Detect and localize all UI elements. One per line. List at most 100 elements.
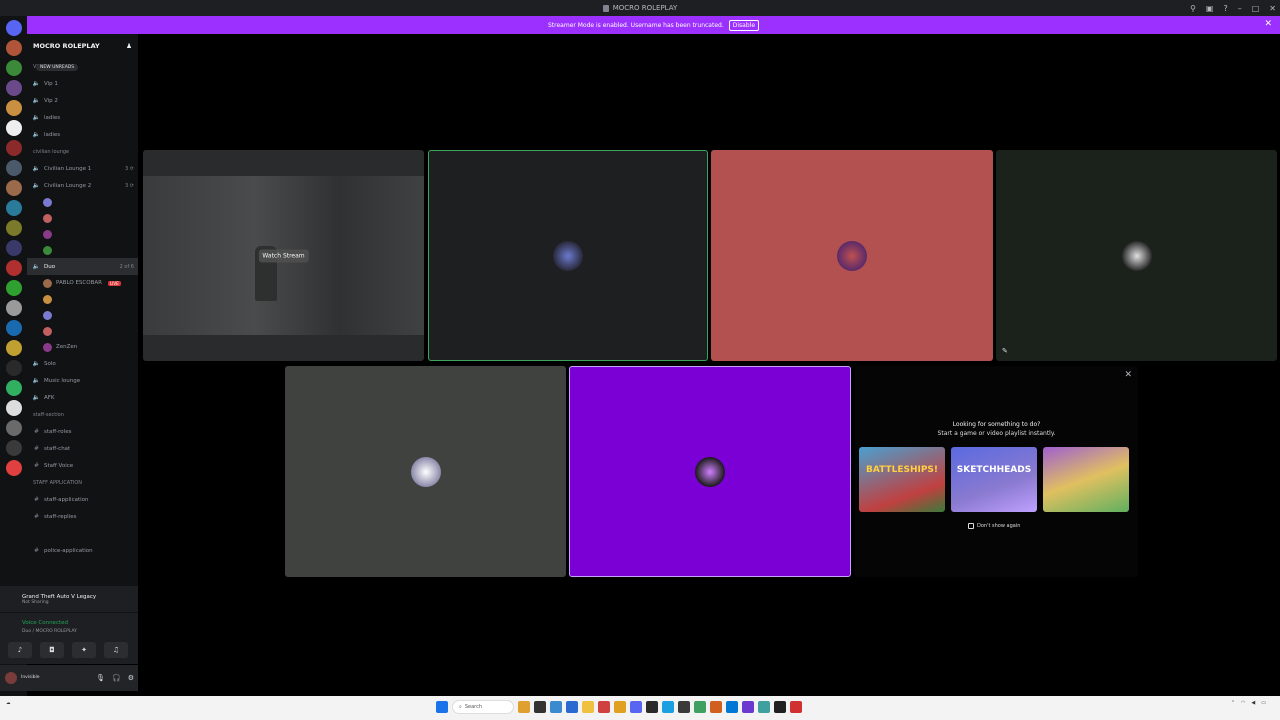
channel-item[interactable]: # staff-application bbox=[27, 491, 138, 508]
server-icon[interactable] bbox=[5, 400, 22, 416]
checkbox[interactable] bbox=[968, 523, 974, 529]
voice-participant[interactable] bbox=[27, 210, 138, 226]
avatar[interactable] bbox=[5, 672, 17, 684]
voice-participant[interactable]: ZenZen bbox=[27, 339, 138, 355]
noise-suppression-icon[interactable]: ♪ bbox=[8, 642, 32, 658]
server-icon[interactable] bbox=[5, 220, 22, 236]
settings-gear-icon[interactable]: ⚙ bbox=[128, 674, 134, 682]
weather-widget[interactable]: ☁ bbox=[6, 701, 11, 707]
new-unreads-pill[interactable]: NEW UNREADS bbox=[36, 64, 79, 71]
watch-stream-button[interactable]: Watch Stream bbox=[258, 249, 309, 262]
channel-item[interactable]: 🔈 Duo 2 of 6 bbox=[27, 258, 138, 275]
app-icon[interactable] bbox=[598, 701, 610, 713]
participant-tile[interactable] bbox=[428, 150, 708, 361]
app-icon[interactable] bbox=[774, 701, 786, 713]
server-icon[interactable] bbox=[5, 160, 22, 176]
channel-item[interactable]: 🔈 ladies bbox=[27, 109, 138, 126]
channel-item[interactable]: # staff-roles bbox=[27, 423, 138, 440]
close-icon[interactable]: ✕ bbox=[1124, 370, 1132, 380]
server-icon[interactable] bbox=[5, 420, 22, 436]
server-icon[interactable] bbox=[5, 340, 22, 356]
app-icon[interactable] bbox=[566, 701, 578, 713]
discord-icon[interactable] bbox=[630, 701, 642, 713]
game-card-battleships[interactable]: BATTLESHIPS! bbox=[859, 447, 945, 512]
server-icon[interactable] bbox=[5, 40, 22, 56]
channel-item[interactable]: # police-application bbox=[27, 542, 138, 559]
inbox-icon[interactable]: ▣ bbox=[1206, 4, 1214, 13]
channel-item[interactable]: 🔈 AFK bbox=[27, 389, 138, 406]
app-icon[interactable] bbox=[790, 701, 802, 713]
dont-show-again[interactable]: Don't show again bbox=[968, 523, 1020, 529]
channel-item[interactable]: 🔈 Music lounge bbox=[27, 372, 138, 389]
channel-item[interactable]: 🔈 Civilian Lounge 2 3 ⟳ bbox=[27, 177, 138, 194]
channel-item[interactable]: 🔈 Civilian Lounge 1 3 ⟳ bbox=[27, 160, 138, 177]
app-icon[interactable] bbox=[678, 701, 690, 713]
vscode-icon[interactable] bbox=[726, 701, 738, 713]
task-view-icon[interactable] bbox=[534, 701, 546, 713]
app-icon[interactable] bbox=[710, 701, 722, 713]
channel-item[interactable]: # Staff Voice bbox=[27, 457, 138, 474]
channel-item[interactable]: # staff-replies bbox=[27, 508, 138, 525]
microphone-icon[interactable]: 🎙 bbox=[96, 674, 105, 682]
soundboard-icon[interactable]: ♫ bbox=[104, 642, 128, 658]
channel-category[interactable]: STAFF APPLICATION bbox=[27, 474, 138, 491]
camera-icon[interactable]: ◘ bbox=[40, 642, 64, 658]
maximize-button[interactable]: □ bbox=[1252, 4, 1260, 13]
voice-participant[interactable] bbox=[27, 194, 138, 210]
server-icon[interactable] bbox=[5, 60, 22, 76]
server-icon[interactable] bbox=[5, 240, 22, 256]
game-card-third[interactable] bbox=[1043, 447, 1129, 512]
channel-item[interactable]: 🔈 Vip 2 bbox=[27, 92, 138, 109]
participant-tile[interactable]: ✎ bbox=[996, 150, 1277, 361]
help-icon[interactable]: ? bbox=[1223, 4, 1227, 13]
voice-participant[interactable] bbox=[27, 291, 138, 307]
app-icon[interactable] bbox=[646, 701, 658, 713]
server-icon[interactable] bbox=[5, 100, 22, 116]
server-icon[interactable] bbox=[5, 280, 22, 296]
server-icon[interactable] bbox=[5, 120, 22, 136]
voice-participant[interactable]: PABLO ESCOBAR LIVE bbox=[27, 275, 138, 291]
app-icon[interactable] bbox=[758, 701, 770, 713]
server-icon[interactable] bbox=[5, 260, 22, 276]
server-icon[interactable] bbox=[5, 200, 22, 216]
channel-item[interactable]: # staff-chat bbox=[27, 440, 138, 457]
banner-close-icon[interactable]: ✕ bbox=[1264, 19, 1272, 29]
app-icon[interactable] bbox=[742, 701, 754, 713]
channel-category[interactable]: civilian lounge bbox=[27, 143, 138, 160]
widgets-icon[interactable] bbox=[518, 701, 530, 713]
wifi-icon[interactable]: ◠ bbox=[1241, 700, 1245, 706]
server-icon[interactable] bbox=[5, 460, 22, 476]
voice-status[interactable]: Voice Connected bbox=[22, 620, 68, 626]
server-icon[interactable] bbox=[5, 140, 22, 156]
server-icon[interactable] bbox=[5, 320, 22, 336]
close-button[interactable]: ✕ bbox=[1269, 4, 1276, 13]
stream-tile[interactable]: Watch Stream bbox=[143, 150, 424, 361]
volume-icon[interactable]: ◀ bbox=[1251, 700, 1255, 706]
battery-icon[interactable]: ▭ bbox=[1261, 700, 1266, 706]
server-icon[interactable] bbox=[5, 180, 22, 196]
minimize-button[interactable]: – bbox=[1238, 4, 1242, 13]
voice-participant[interactable] bbox=[27, 323, 138, 339]
edge-icon[interactable] bbox=[550, 701, 562, 713]
server-header[interactable]: MOCRO ROLEPLAY ♟ bbox=[27, 34, 138, 58]
channel-category[interactable]: staff-section bbox=[27, 406, 138, 423]
activities-icon[interactable]: ✦ bbox=[72, 642, 96, 658]
channel-item[interactable]: 🔈 Vip 1 bbox=[27, 75, 138, 92]
server-icon[interactable] bbox=[5, 380, 22, 396]
channel-item[interactable]: 🔈 Solo bbox=[27, 355, 138, 372]
participant-tile[interactable] bbox=[285, 366, 566, 577]
channel-category[interactable] bbox=[27, 525, 138, 542]
server-icon[interactable] bbox=[5, 80, 22, 96]
app-icon[interactable] bbox=[662, 701, 674, 713]
server-icon[interactable] bbox=[5, 360, 22, 376]
activity-panel[interactable]: Grand Theft Auto V Legacy Not Sharing bbox=[0, 586, 138, 612]
voice-participant[interactable] bbox=[27, 307, 138, 323]
file-explorer-icon[interactable] bbox=[582, 701, 594, 713]
participant-tile[interactable] bbox=[569, 366, 851, 577]
app-icon[interactable] bbox=[694, 701, 706, 713]
channel-item[interactable]: 🔈 ladies bbox=[27, 126, 138, 143]
game-card-sketchheads[interactable]: SKETCHHEADS bbox=[951, 447, 1037, 512]
voice-participant[interactable] bbox=[27, 242, 138, 258]
server-icon[interactable] bbox=[5, 440, 22, 456]
headphones-icon[interactable]: 🎧 bbox=[112, 674, 121, 682]
